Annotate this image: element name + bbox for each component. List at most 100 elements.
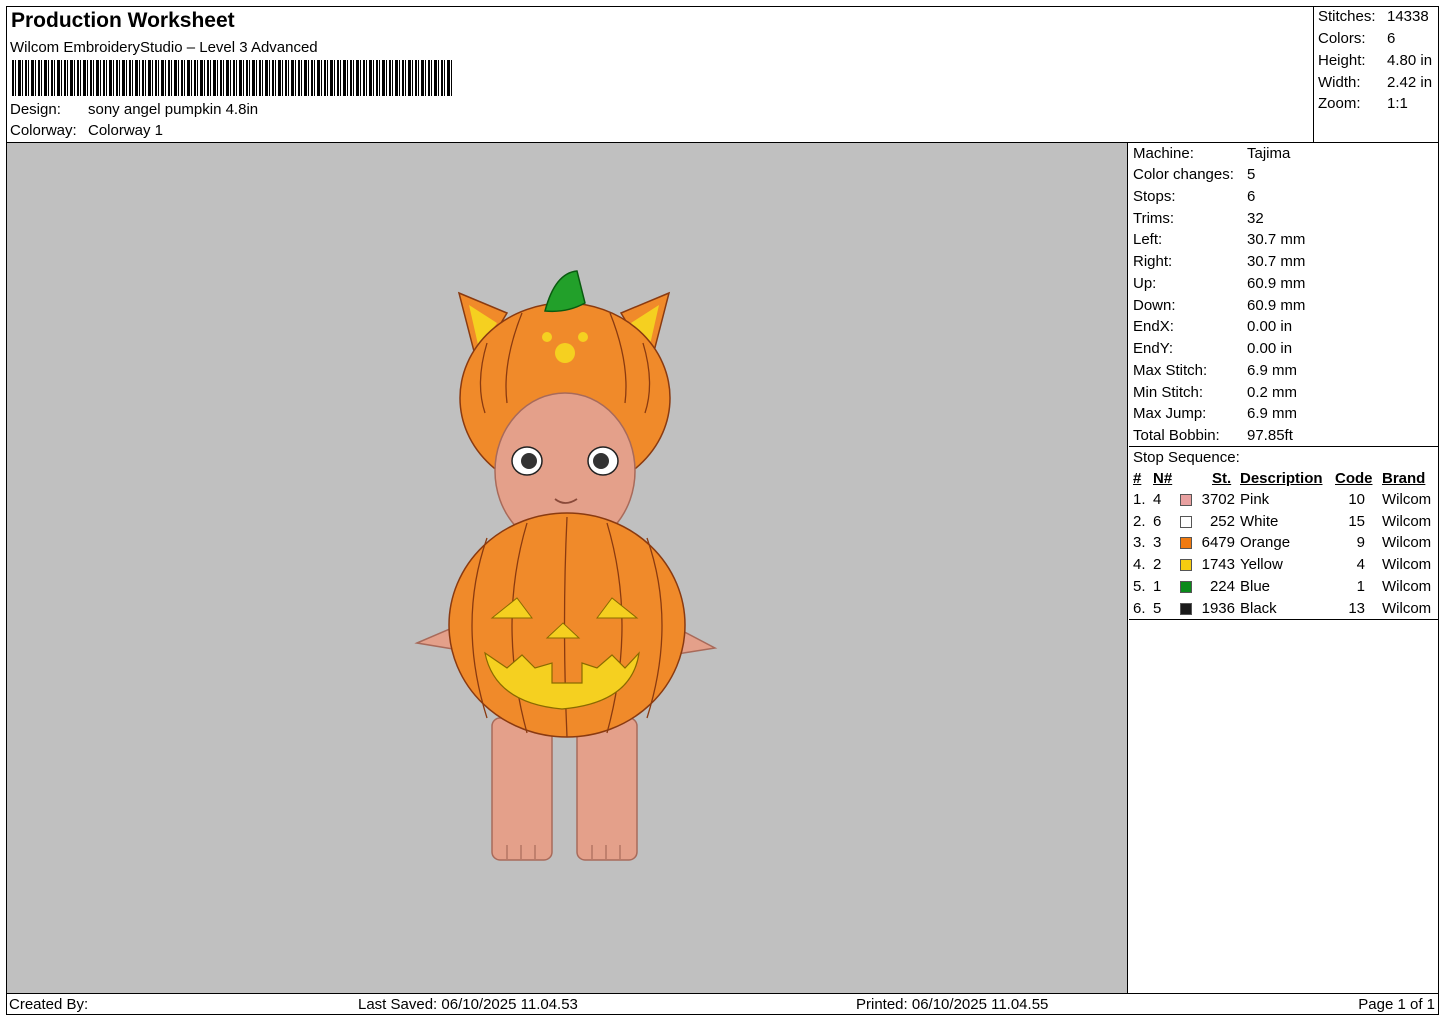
endx-value: 0.00 in: [1247, 318, 1293, 335]
row-needle: 6: [1153, 512, 1162, 530]
row-index: 5.: [1133, 577, 1146, 595]
row-description: Blue: [1240, 577, 1271, 595]
row-needle: 3: [1153, 534, 1162, 552]
row-description: Yellow: [1240, 556, 1283, 574]
col-idx-header: #: [1133, 470, 1142, 487]
row-index: 6.: [1133, 599, 1146, 617]
trims-label: Trims:: [1133, 210, 1175, 227]
row-index: 3.: [1133, 534, 1146, 552]
stitches-label: Stitches:: [1318, 8, 1376, 25]
page-title: Production Worksheet: [11, 9, 235, 32]
zoom-label: Zoom:: [1318, 95, 1361, 112]
max-stitch-label: Max Stitch:: [1133, 362, 1208, 379]
color-swatch: [1180, 580, 1192, 593]
design-stats: Stitches: 14338 Colors: 6 Height: 4.80 in W…: [1314, 6, 1439, 143]
row-brand: Wilcom: [1382, 599, 1432, 617]
row-code: 10: [1348, 491, 1365, 508]
row-needle: 4: [1153, 491, 1162, 508]
col-desc-header: Description: [1240, 470, 1323, 487]
trims-value: 32: [1247, 210, 1264, 227]
colorway-value: Colorway 1: [88, 122, 164, 139]
table-row: 5. 1 224 Blue 1 Wilcom: [1129, 578, 1439, 600]
row-brand: Wilcom: [1382, 491, 1432, 508]
row-code: 13: [1348, 599, 1365, 617]
page-number: Page 1 of 1: [1358, 996, 1435, 1013]
row-brand: Wilcom: [1382, 556, 1432, 574]
col-code-header: Code: [1335, 470, 1373, 487]
left-value: 30.7 mm: [1247, 231, 1306, 248]
row-code: 15: [1348, 512, 1365, 530]
embroidery-design-image: [414, 270, 718, 861]
design-label: Design:: [10, 101, 61, 118]
row-stitches: 6479: [1201, 534, 1235, 552]
row-stitches: 252: [1209, 512, 1235, 530]
row-needle: 2: [1153, 556, 1162, 574]
up-value: 60.9 mm: [1247, 275, 1306, 292]
stops-value: 6: [1247, 188, 1256, 205]
col-st-header: St.: [1212, 470, 1232, 487]
color-swatch: [1180, 494, 1192, 506]
row-stitches: 224: [1209, 577, 1235, 595]
max-jump-value: 6.9 mm: [1247, 405, 1298, 422]
design-value: sony angel pumpkin 4.8in: [88, 101, 259, 118]
worksheet-header: Production Worksheet Wilcom EmbroiderySt…: [6, 6, 1314, 143]
table-row: 6. 5 1936 Black 13 Wilcom: [1129, 600, 1439, 622]
printed-date: Printed: 06/10/2025 11.04.55: [856, 996, 1049, 1013]
color-swatch: [1180, 537, 1192, 550]
colors-label: Colors:: [1318, 30, 1366, 47]
page-footer: Created By: Last Saved: 06/10/2025 11.04…: [6, 993, 1439, 1015]
total-bobbin-value: 97.85ft: [1247, 427, 1293, 444]
col-brand-header: Brand: [1382, 470, 1426, 487]
down-value: 60.9 mm: [1247, 297, 1306, 314]
machine-label: Machine:: [1133, 145, 1194, 162]
colors-value: 6: [1387, 30, 1396, 47]
row-code: 4: [1356, 556, 1365, 574]
row-description: Pink: [1240, 491, 1270, 508]
left-label: Left:: [1133, 231, 1163, 248]
last-saved: Last Saved: 06/10/2025 11.04.53: [358, 996, 578, 1013]
max-jump-label: Max Jump:: [1133, 405, 1207, 422]
endy-value: 0.00 in: [1247, 340, 1293, 357]
col-num-header: N#: [1153, 470, 1173, 487]
min-stitch-label: Min Stitch:: [1133, 384, 1204, 401]
color-swatch: [1180, 515, 1192, 528]
height-value: 4.80 in: [1387, 52, 1433, 69]
row-description: Orange: [1240, 534, 1291, 552]
barcode: [12, 60, 452, 96]
colorway-label: Colorway:: [10, 122, 77, 139]
row-brand: Wilcom: [1382, 577, 1432, 595]
right-label: Right:: [1133, 253, 1173, 270]
width-label: Width:: [1318, 74, 1361, 91]
right-value: 30.7 mm: [1247, 253, 1306, 270]
created-by: Created By:: [9, 996, 89, 1013]
up-label: Up:: [1133, 275, 1157, 292]
row-brand: Wilcom: [1382, 512, 1432, 530]
row-description: White: [1240, 512, 1279, 530]
row-stitches: 3702: [1201, 491, 1235, 508]
table-row: 4. 2 1743 Yellow 4 Wilcom: [1129, 556, 1439, 578]
stop-sequence-title: Stop Sequence:: [1133, 449, 1240, 466]
endx-label: EndX:: [1133, 318, 1174, 335]
row-code: 9: [1356, 534, 1365, 552]
width-value: 2.42 in: [1387, 74, 1433, 91]
stops-label: Stops:: [1133, 188, 1176, 205]
row-needle: 5: [1153, 599, 1162, 617]
row-stitches: 1936: [1201, 599, 1235, 617]
row-needle: 1: [1153, 577, 1162, 595]
color-swatch: [1180, 559, 1192, 572]
design-preview: [7, 143, 1128, 993]
total-bobbin-label: Total Bobbin:: [1133, 427, 1220, 444]
row-brand: Wilcom: [1382, 534, 1432, 552]
zoom-value: 1:1: [1387, 95, 1408, 112]
down-label: Down:: [1133, 297, 1176, 314]
height-label: Height:: [1318, 52, 1366, 69]
row-index: 4.: [1133, 556, 1146, 574]
color-swatch: [1180, 602, 1192, 615]
stitches-value: 14338: [1387, 8, 1429, 25]
color-changes-label: Color changes:: [1133, 166, 1234, 183]
table-row: 2. 6 252 White 15 Wilcom: [1129, 513, 1439, 535]
min-stitch-value: 0.2 mm: [1247, 384, 1298, 401]
colorway-row: Colorway: Colorway 1: [10, 122, 163, 139]
row-stitches: 1743: [1201, 556, 1235, 574]
machine-value: Tajima: [1247, 145, 1291, 162]
